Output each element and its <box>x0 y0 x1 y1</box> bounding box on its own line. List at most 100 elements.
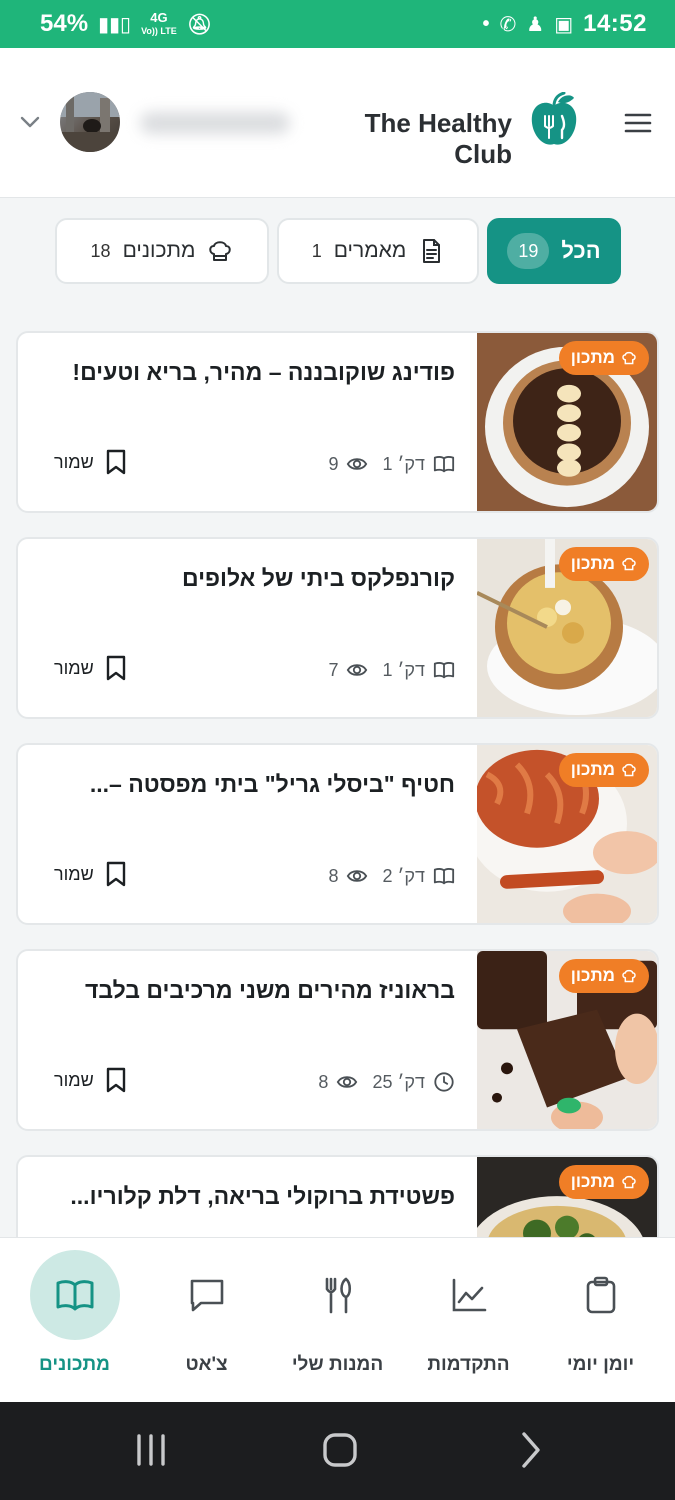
system-navigation-bar <box>0 1402 675 1500</box>
back-icon[interactable] <box>508 1428 552 1472</box>
mute-icon: 🔕︎ <box>186 13 213 36</box>
status-bar: 54% ▮▮▯ 4G Vo)) LTE 🔕︎ • ✆ ♟ ▣ 14:52 <box>0 0 675 48</box>
bookmark-icon <box>106 655 125 681</box>
nav-label: צ'אט <box>185 1354 228 1375</box>
save-button[interactable]: שמור <box>54 861 128 887</box>
card-meta: 9 1 דק׳ <box>328 453 455 475</box>
read-time: 1 דק׳ <box>382 659 425 680</box>
save-label: שמור <box>54 1069 94 1090</box>
cook-time: 25 דק׳ <box>372 1071 425 1092</box>
views-count: 8 <box>328 865 339 886</box>
recipe-badge: מתכון <box>558 341 649 375</box>
card-title: חטיף "ביסלי גריל" ביתי מפסטה –... <box>89 771 455 797</box>
eye-icon <box>337 1076 358 1088</box>
book-icon <box>433 868 455 885</box>
chef-hat-icon <box>622 1175 636 1189</box>
clipboard-icon <box>586 1276 615 1314</box>
card-title: פודינג שוקובננה – מהיר, בריא וטעים! <box>72 359 455 385</box>
gallery-icon: ▣ <box>554 13 574 36</box>
save-button[interactable]: שמור <box>54 655 128 681</box>
card-meta: 7 1 דק׳ <box>328 659 455 681</box>
chat-bubble-icon <box>190 1279 223 1312</box>
recipe-badge: מתכון <box>558 547 649 581</box>
apple-logo-icon <box>531 92 577 145</box>
bookmark-icon <box>106 861 125 887</box>
app-header: The Healthy Club <box>0 48 675 198</box>
read-time: 2 דק׳ <box>382 865 425 886</box>
line-chart-icon <box>452 1278 486 1312</box>
recipe-card[interactable]: מתכון פודינג שוקובננה – מהיר, בריא וטעים… <box>16 331 659 513</box>
nav-label: התקדמות <box>427 1354 510 1375</box>
tab-all[interactable]: 19 הכל <box>487 218 621 284</box>
chef-hat-icon <box>622 557 636 571</box>
recipe-badge-label: מתכון <box>570 554 615 573</box>
bookmark-icon <box>106 449 125 475</box>
nav-my-meals[interactable]: המנות שלי <box>270 1238 405 1403</box>
tab-all-count: 19 <box>507 233 550 269</box>
chef-hat-icon <box>622 351 636 365</box>
save-label: שמור <box>54 451 94 472</box>
app-title: The Healthy Club <box>364 108 512 169</box>
tab-all-label: הכל <box>561 238 601 263</box>
card-title: פשטידת ברוקולי בריאה, דלת קלוריו... <box>70 1183 455 1209</box>
nav-daily-journal[interactable]: יומן יומי <box>533 1238 668 1403</box>
user-name-blurred <box>140 112 290 134</box>
card-meta: 8 25 דק׳ <box>318 1071 455 1093</box>
whatsapp-icon: ✆ <box>499 13 517 36</box>
nav-recipes[interactable]: מתכונים <box>7 1238 142 1403</box>
tab-articles-label: מאמרים <box>333 239 407 262</box>
home-icon[interactable] <box>318 1428 362 1472</box>
tab-articles-count: 1 <box>311 240 322 261</box>
clock-icon <box>434 1072 454 1092</box>
recent-apps-icon[interactable] <box>129 1428 173 1472</box>
recipe-card[interactable]: מתכון בראוניז מהירים משני מרכיבים בלבד 8… <box>16 949 659 1131</box>
document-icon <box>423 239 441 263</box>
card-title: בראוניז מהירים משני מרכיבים בלבד <box>84 977 455 1003</box>
read-time: 1 דק׳ <box>382 453 425 474</box>
tab-recipes-label: מתכונים <box>122 239 196 262</box>
recipe-badge-label: מתכון <box>570 966 615 985</box>
avatar[interactable] <box>60 92 120 152</box>
nav-label: מתכונים <box>39 1354 110 1375</box>
tab-recipes-count: 18 <box>90 240 111 261</box>
save-label: שמור <box>54 863 94 884</box>
views-count: 7 <box>328 659 339 680</box>
book-icon <box>433 662 455 679</box>
nav-chat[interactable]: צ'אט <box>139 1238 274 1403</box>
recipe-badge-label: מתכון <box>570 1172 615 1191</box>
chef-hat-icon <box>622 969 636 983</box>
card-meta: 8 2 דק׳ <box>328 865 455 887</box>
save-button[interactable]: שמור <box>54 1067 128 1093</box>
views-count: 9 <box>328 453 339 474</box>
tab-articles[interactable]: 1 מאמרים <box>277 218 479 284</box>
recipe-badge-label: מתכון <box>570 348 615 367</box>
recipe-badge: מתכון <box>558 1165 649 1199</box>
card-title: קורנפלקס ביתי של אלופים <box>181 565 455 591</box>
recipe-badge: מתכון <box>558 959 649 993</box>
chef-hat-icon <box>209 241 232 261</box>
nav-label: המנות שלי <box>291 1354 384 1375</box>
eye-icon <box>347 458 368 470</box>
bottom-navigation: מתכונים צ'אט המנות שלי התקדמות יומן יומי <box>0 1237 675 1402</box>
book-icon <box>433 456 455 473</box>
chef-hat-icon <box>622 763 636 777</box>
notification-icon: ♟ <box>526 13 545 36</box>
tab-recipes[interactable]: 18 מתכונים <box>55 218 269 284</box>
battery-level: 54% <box>40 10 89 37</box>
recipe-badge: מתכון <box>558 753 649 787</box>
notification-dot-icon: • <box>482 12 490 35</box>
eye-icon <box>347 870 368 882</box>
fork-knife-icon <box>325 1277 351 1314</box>
hamburger-menu-icon[interactable] <box>624 112 652 134</box>
save-button[interactable]: שמור <box>54 449 128 475</box>
lte-indicator: Vo)) LTE <box>141 25 177 36</box>
open-book-icon <box>56 1280 93 1311</box>
recipe-card[interactable]: מתכון קורנפלקס ביתי של אלופים 7 1 דק׳ שמ… <box>16 537 659 719</box>
clock: 14:52 <box>583 10 647 37</box>
save-label: שמור <box>54 657 94 678</box>
recipe-card[interactable]: מתכון חטיף "ביסלי גריל" ביתי מפסטה –... … <box>16 743 659 925</box>
signal-icon: ▮▮▯ <box>98 13 132 36</box>
chevron-down-icon[interactable] <box>18 110 42 134</box>
bookmark-icon <box>106 1067 125 1093</box>
nav-progress[interactable]: התקדמות <box>401 1238 536 1403</box>
